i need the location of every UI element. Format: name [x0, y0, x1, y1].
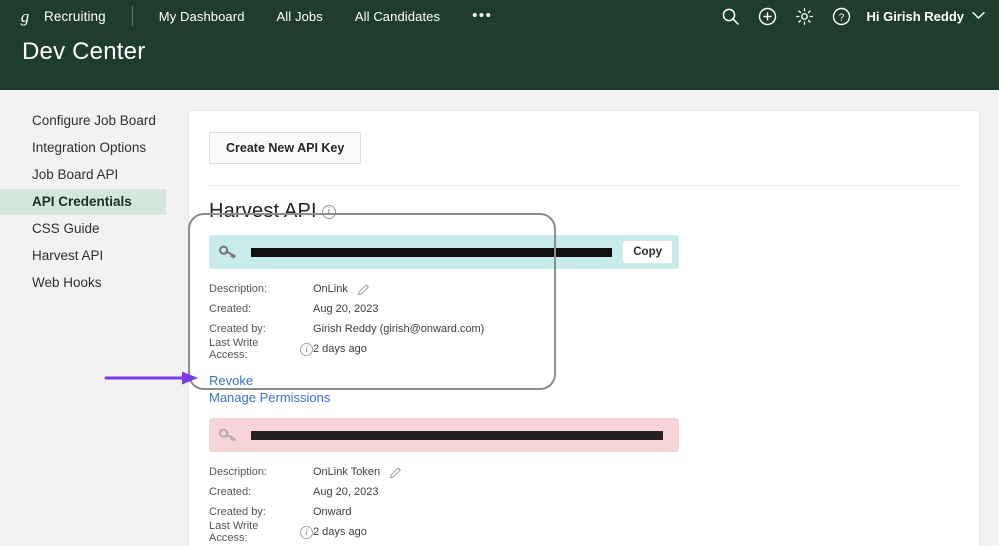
- description-label: Description:: [209, 466, 268, 478]
- masked-api-key-value: [251, 430, 663, 440]
- svg-text:?: ?: [839, 12, 845, 23]
- nav-overflow-icon[interactable]: •••: [472, 8, 492, 23]
- description-value: OnLink: [313, 283, 348, 295]
- metadata-row-last-write-access: Last Write Access: i 2 days ago: [209, 520, 679, 544]
- created-by-label: Created by:: [209, 323, 266, 335]
- top-navigation-bar: g Recruiting My Dashboard All Jobs All C…: [0, 0, 999, 90]
- last-write-access-info-icon[interactable]: i: [300, 342, 313, 356]
- info-icon[interactable]: i: [321, 204, 336, 219]
- api-key-bar: Copy: [209, 235, 679, 269]
- edit-pencil-icon[interactable]: [389, 466, 402, 479]
- key-icon: [219, 428, 241, 443]
- created-label: Created:: [209, 486, 252, 498]
- manage-permissions-link[interactable]: Manage Permissions: [209, 389, 679, 406]
- edit-pencil-icon[interactable]: [357, 283, 370, 296]
- brand-label[interactable]: Recruiting: [44, 9, 106, 24]
- api-key-metadata: Description: OnLink Token Created: Aug 2…: [209, 462, 679, 544]
- section-divider: [209, 185, 959, 186]
- nav-divider: [131, 6, 133, 26]
- api-key-card-active: Copy Description: OnLink Created: Aug 20: [209, 235, 679, 406]
- copy-api-key-button[interactable]: Copy: [622, 240, 673, 264]
- sidebar-item-job-board-api[interactable]: Job Board API: [0, 162, 188, 188]
- last-write-access-info-icon[interactable]: i: [300, 525, 313, 539]
- last-write-access-label: Last Write Access: i: [209, 520, 313, 544]
- search-icon[interactable]: [717, 3, 743, 29]
- metadata-row-created-by: Created by: Onward: [209, 502, 679, 522]
- created-by-label: Created by:: [209, 506, 266, 518]
- sidebar-item-configure-job-board[interactable]: Configure Job Board: [0, 108, 188, 134]
- api-key-actions: Revoke Manage Permissions: [209, 372, 679, 406]
- user-greeting[interactable]: Hi Girish Reddy: [866, 9, 964, 24]
- api-key-bar-revoked: [209, 418, 679, 452]
- revoke-link[interactable]: Revoke: [209, 372, 679, 389]
- metadata-row-last-write-access: Last Write Access: i 2 days ago: [209, 337, 679, 361]
- metadata-row-created-by: Created by: Girish Reddy (girish@onward.…: [209, 319, 679, 339]
- nav-row: g Recruiting My Dashboard All Jobs All C…: [0, 0, 999, 32]
- last-write-access-value: 2 days ago: [313, 526, 367, 538]
- sidebar-item-css-guide[interactable]: CSS Guide: [0, 216, 188, 242]
- app-root: g Recruiting My Dashboard All Jobs All C…: [0, 0, 999, 546]
- help-circle-icon[interactable]: ?: [828, 3, 854, 29]
- created-by-value: Onward: [313, 506, 352, 518]
- description-label: Description:: [209, 283, 268, 295]
- metadata-row-created: Created: Aug 20, 2023: [209, 482, 679, 502]
- api-key-card-revoked: Description: OnLink Token Created: Aug 2…: [209, 418, 679, 544]
- last-write-access-value: 2 days ago: [313, 343, 367, 355]
- gear-icon[interactable]: [791, 3, 817, 29]
- section-title: Harvest API: [209, 200, 317, 222]
- plus-circle-icon[interactable]: [754, 3, 780, 29]
- description-value: OnLink Token: [313, 466, 381, 478]
- last-write-access-text: Last Write Access:: [209, 337, 259, 361]
- created-value: Aug 20, 2023: [313, 486, 379, 498]
- sidebar-item-web-hooks[interactable]: Web Hooks: [0, 270, 188, 296]
- create-new-api-key-button[interactable]: Create New API Key: [209, 132, 362, 164]
- brand-logo-icon[interactable]: g: [14, 8, 36, 25]
- page-title: Dev Center: [22, 38, 146, 65]
- key-icon: [219, 245, 241, 260]
- harvest-api-section-header: Harvest API i: [209, 200, 979, 223]
- nav-item-all-candidates[interactable]: All Candidates: [355, 9, 440, 24]
- created-value: Aug 20, 2023: [313, 303, 379, 315]
- metadata-row-description: Description: OnLink: [209, 279, 679, 299]
- chevron-down-icon[interactable]: [972, 7, 985, 25]
- sidebar-item-integration-options[interactable]: Integration Options: [0, 135, 188, 161]
- nav-item-my-dashboard[interactable]: My Dashboard: [159, 9, 245, 24]
- sidebar-item-api-credentials[interactable]: API Credentials: [0, 189, 166, 215]
- last-write-access-text: Last Write Access:: [209, 520, 259, 544]
- nav-right-cluster: ? Hi Girish Reddy: [706, 3, 999, 29]
- sidebar-item-harvest-api[interactable]: Harvest API: [0, 243, 188, 269]
- api-key-metadata: Description: OnLink Created: Aug 20, 202…: [209, 279, 679, 361]
- created-label: Created:: [209, 303, 252, 315]
- sidebar-navigation: Configure Job Board Integration Options …: [0, 90, 188, 546]
- metadata-row-description: Description: OnLink Token: [209, 462, 679, 482]
- nav-item-all-jobs[interactable]: All Jobs: [277, 9, 323, 24]
- main-content-panel: Create New API Key Harvest API i Copy De…: [188, 110, 980, 546]
- created-by-value: Girish Reddy (girish@onward.com): [313, 323, 485, 335]
- last-write-access-label: Last Write Access: i: [209, 337, 313, 361]
- masked-api-key-value: [251, 247, 613, 257]
- metadata-row-created: Created: Aug 20, 2023: [209, 299, 679, 319]
